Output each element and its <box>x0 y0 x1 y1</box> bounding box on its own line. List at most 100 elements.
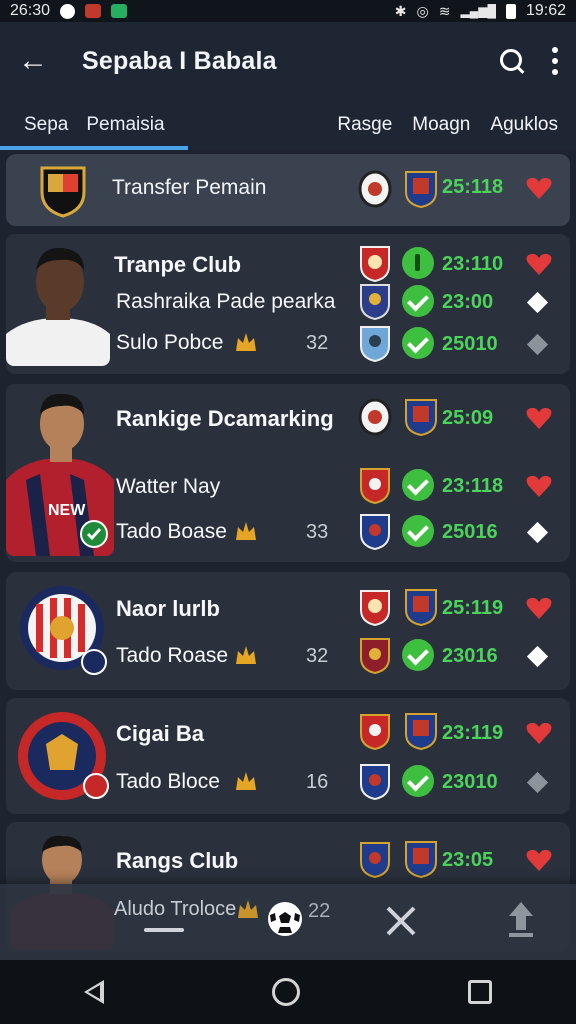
card-row: Rangs Club 23:05 <box>6 840 570 880</box>
favorite-heart-icon[interactable] <box>526 596 552 620</box>
match-time: 25010 <box>442 333 498 355</box>
club-crest-icon <box>360 714 390 750</box>
diamond-icon[interactable] <box>526 645 549 668</box>
card-row: Naor lurlb 25:119 <box>6 588 570 628</box>
app-notification-icon <box>85 4 102 18</box>
club-name: Rankige Dcamarking <box>116 406 334 431</box>
club-name: Cigai Ba <box>116 721 205 746</box>
favorite-heart-icon[interactable] <box>526 406 552 430</box>
club-crest-icon <box>360 842 390 878</box>
club-card[interactable]: Naor lurlb 25:119 Tado Roase 32 23016 <box>6 572 570 690</box>
back-arrow-icon[interactable]: ← <box>18 44 64 78</box>
favorite-heart-icon[interactable] <box>526 252 552 276</box>
club-card[interactable]: Tranpe Club 23:110 Rashraika Pade pearka… <box>6 234 570 374</box>
club-crest-icon <box>40 166 86 218</box>
status-time-left: 26:30 <box>10 2 51 19</box>
row-label: Rashraika Pade pearka <box>116 290 336 313</box>
club-card[interactable]: NEW Rankige Dcamarking 25:09 Watter Nay … <box>6 384 570 562</box>
match-time: 23016 <box>442 645 498 667</box>
signal-icon: ▂▄▆█ <box>460 4 496 18</box>
tab-indicator <box>0 146 188 150</box>
emoji-icon <box>60 3 76 19</box>
status-check-icon <box>402 327 434 359</box>
club-crest-icon <box>405 589 437 626</box>
club-crest-icon <box>360 284 390 320</box>
system-navigation-bar <box>0 960 576 1024</box>
row-label: Tado Boase <box>116 520 227 543</box>
match-time: 23:05 <box>442 849 494 871</box>
status-check-icon <box>402 765 434 797</box>
diamond-icon[interactable] <box>526 333 549 356</box>
system-back-icon[interactable] <box>84 980 104 1004</box>
card-row: Tado Bloce 16 23010 <box>6 762 570 802</box>
card-row: Rankige Dcamarking 25:09 <box>6 398 570 438</box>
chat-notification-icon <box>111 4 128 18</box>
upload-icon[interactable] <box>506 900 536 938</box>
favorite-heart-icon[interactable] <box>526 176 552 200</box>
page-title: Sepaba I Babala <box>82 46 277 75</box>
wifi-icon: ≋ <box>438 2 451 19</box>
row-count: 32 <box>306 332 329 354</box>
card-row: Sulo Pobce 32 25010 <box>6 322 570 362</box>
tab-rasge[interactable]: Rasge <box>337 114 392 136</box>
system-recents-icon[interactable] <box>468 980 492 1004</box>
football-icon[interactable] <box>266 900 304 938</box>
club-card[interactable]: Cigai Ba 23:119 Tado Bloce 16 23010 <box>6 698 570 814</box>
bottom-row-label: Aludo Troloce <box>114 898 237 920</box>
diamond-icon[interactable] <box>526 521 549 544</box>
club-crest-icon <box>405 399 437 436</box>
row-count: 16 <box>306 771 329 793</box>
row-count: 33 <box>306 521 329 543</box>
favorite-heart-icon[interactable] <box>526 721 552 745</box>
row-label: Sulo Pobce <box>116 331 224 354</box>
club-crest-icon <box>360 246 390 282</box>
diamond-icon[interactable] <box>526 771 549 794</box>
diamond-icon[interactable] <box>526 291 549 314</box>
club-crest-icon <box>405 713 437 750</box>
system-home-icon[interactable] <box>272 978 300 1006</box>
row-label: Tado Bloce <box>116 770 220 793</box>
crown-icon <box>236 333 256 351</box>
crown-icon <box>236 772 256 790</box>
club-crest-icon <box>405 171 437 208</box>
match-time: 23:119 <box>442 722 504 744</box>
tab-aguklos[interactable]: Aguklos <box>490 114 558 136</box>
club-crest-icon <box>358 170 392 208</box>
club-crest-icon <box>360 514 390 550</box>
club-crest-icon <box>360 590 390 626</box>
more-options-icon[interactable] <box>552 47 558 75</box>
status-bar: 26:30 ✱ ◎ ≋ ▂▄▆█ 19:62 <box>0 0 576 22</box>
transfer-label: Transfer Pemain <box>112 176 267 199</box>
club-name: Rangs Club <box>116 848 239 873</box>
search-icon[interactable] <box>498 47 526 75</box>
status-check-icon <box>402 515 434 547</box>
club-crest-icon <box>360 638 390 674</box>
favorite-heart-icon[interactable] <box>526 474 552 498</box>
status-check-icon <box>402 469 434 501</box>
status-check-icon <box>402 639 434 671</box>
row-label: Tado Roase <box>116 644 229 667</box>
tab-moagn[interactable]: Moagn <box>412 114 470 136</box>
tab-pemaisia[interactable]: Pemaisia <box>68 114 164 136</box>
favorite-heart-icon[interactable] <box>526 848 552 872</box>
match-time: 23:110 <box>442 253 504 275</box>
match-time: 23:00 <box>442 291 494 313</box>
row-count: 32 <box>306 645 329 667</box>
nav-indicator <box>144 928 184 932</box>
tab-sepa[interactable]: Sepa <box>0 114 68 136</box>
crossed-swords-icon[interactable] <box>384 904 418 938</box>
transfer-card[interactable]: Transfer Pemain 25:118 <box>6 154 570 226</box>
bottom-navigation: Aludo Troloce 22 <box>0 884 576 960</box>
row-label: Watter Nay <box>116 475 221 498</box>
match-time: 23:118 <box>442 475 504 497</box>
transfer-time: 25:118 <box>442 176 504 198</box>
match-time: 23010 <box>442 771 498 793</box>
status-check-icon <box>402 285 434 317</box>
club-name: Tranpe Club <box>114 252 242 277</box>
card-row: Rashraika Pade pearka 23:00 <box>6 282 570 322</box>
bottom-row-count: 22 <box>308 900 331 922</box>
club-crest-icon <box>360 326 390 362</box>
club-crest-icon <box>405 841 437 878</box>
card-row: Watter Nay 23:118 <box>6 466 570 506</box>
battery-icon <box>505 3 516 19</box>
